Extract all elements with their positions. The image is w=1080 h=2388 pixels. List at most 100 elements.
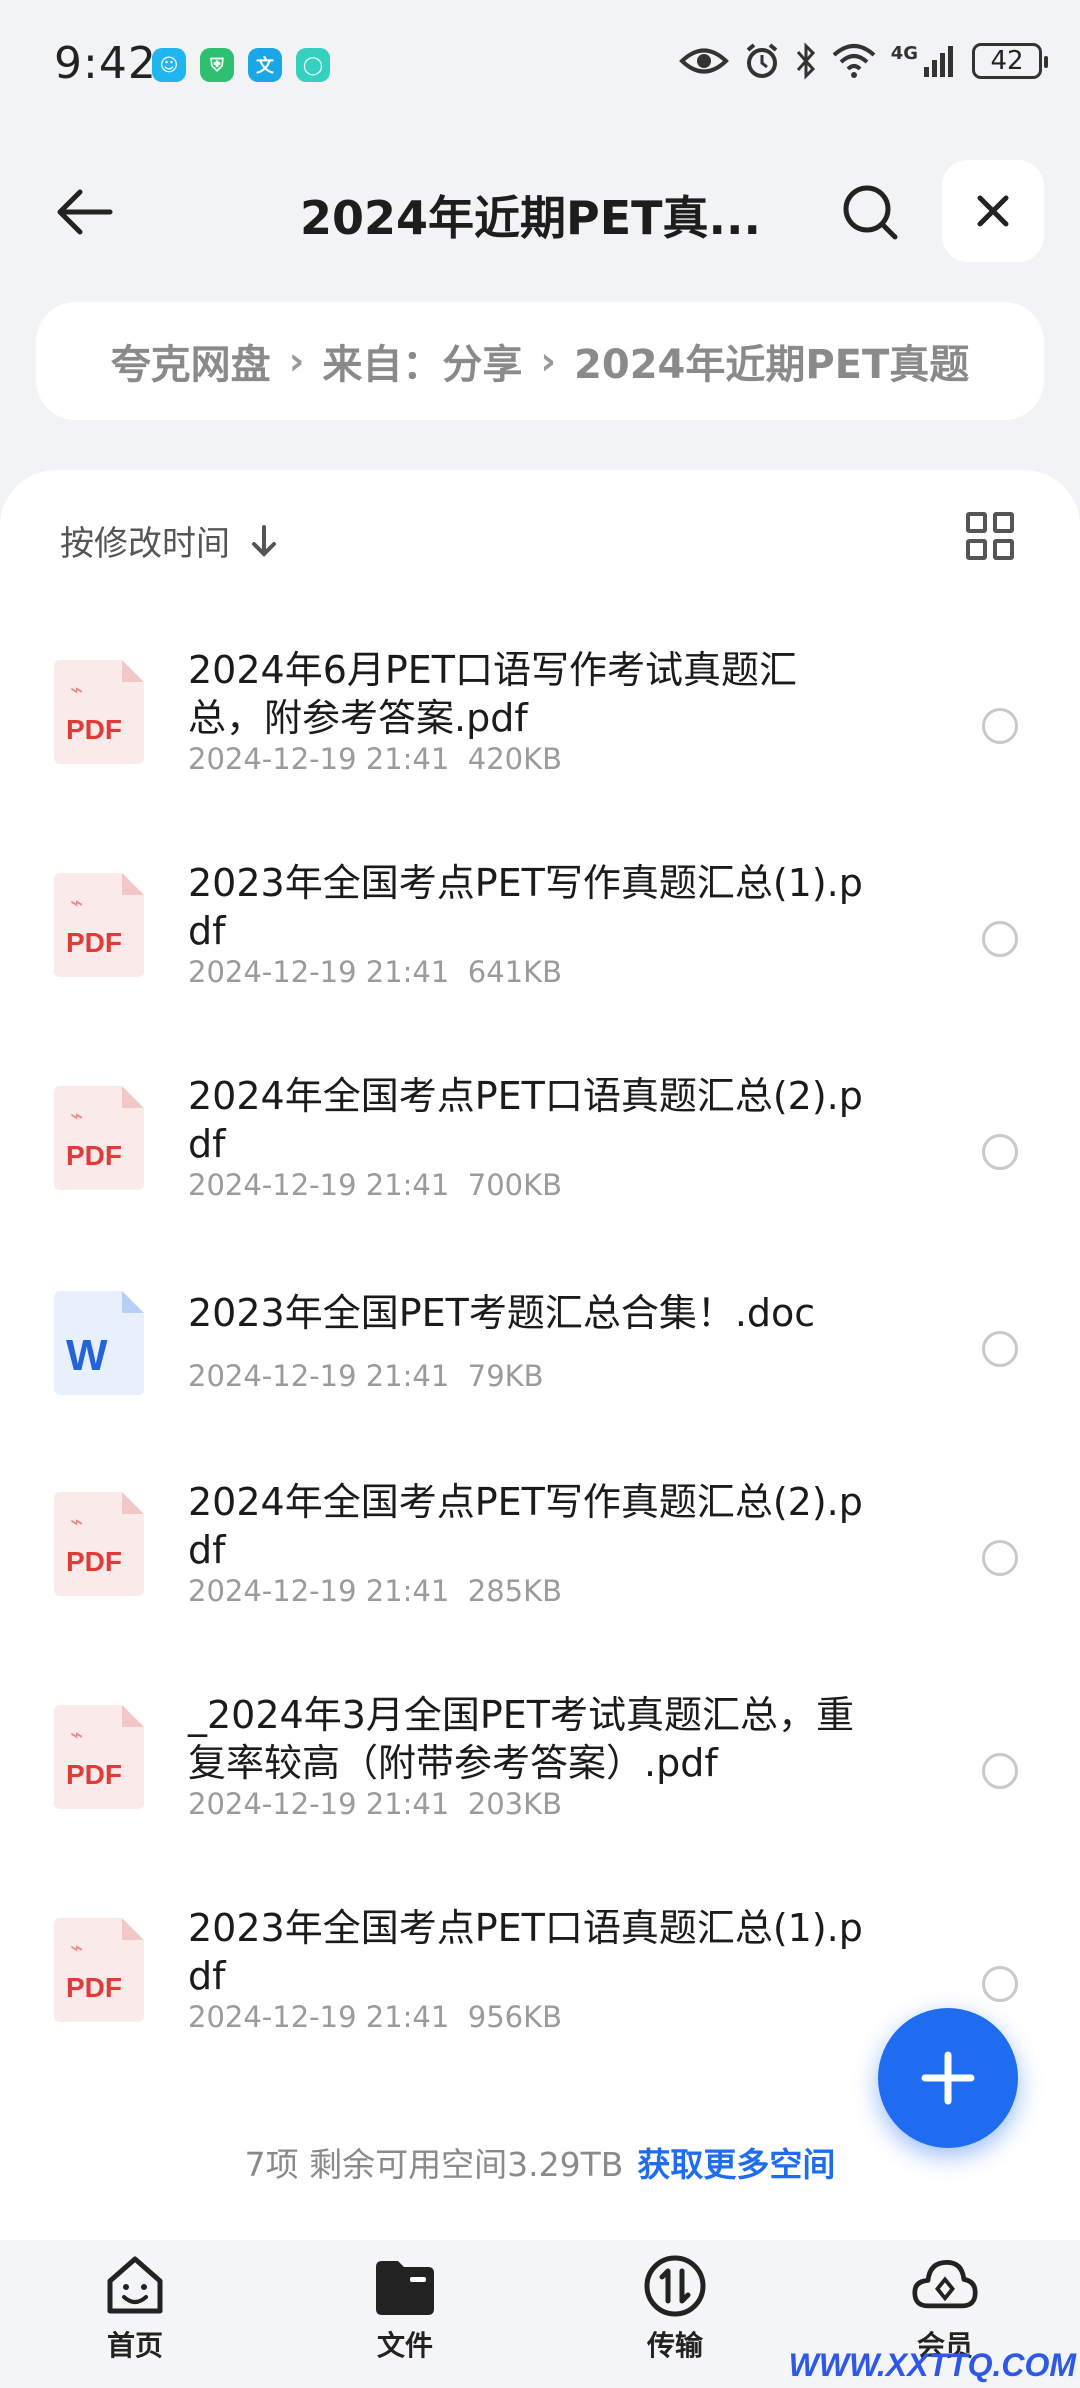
list-item[interactable]: ⌁ PDF 2024年全国考点PET写作真题汇总(2).pdf 2024-12-1… bbox=[0, 1442, 1080, 1655]
file-panel: 按修改时间 ⌁ PDF 2024年6月PET口语写作考试真题汇总，附参考答案.pd… bbox=[0, 470, 1080, 2240]
file-name: 2023年全国PET考题汇总合集！.doc bbox=[188, 1291, 816, 1335]
get-more-space-link[interactable]: 获取更多空间 bbox=[637, 2145, 835, 2184]
file-name: 2023年全国考点PET口语真题汇总(1).pdf bbox=[188, 1906, 863, 1998]
close-button[interactable] bbox=[942, 160, 1044, 262]
nav-transfer-label: 传输 bbox=[646, 2329, 703, 2362]
folder-icon bbox=[371, 2252, 439, 2320]
file-meta: 2024-12-19 21:41 285KB bbox=[188, 1574, 562, 1608]
network-type: 4G bbox=[890, 42, 918, 64]
file-name: 2023年全国考点PET写作真题汇总(1).pdf bbox=[188, 861, 863, 953]
sort-button[interactable]: 按修改时间 bbox=[60, 516, 278, 565]
select-radio[interactable] bbox=[982, 1753, 1018, 1789]
file-size: 700KB bbox=[467, 1168, 563, 1202]
breadcrumb: 夸克网盘 › 来自：分享 › 2024年近期PET真题 bbox=[36, 302, 1044, 420]
file-meta: 2024-12-19 21:41 79KB bbox=[188, 1359, 544, 1393]
file-date: 2024-12-19 21:41 bbox=[188, 1359, 450, 1393]
transfer-icon bbox=[641, 2252, 709, 2320]
sort-label: 按修改时间 bbox=[60, 524, 230, 564]
file-date: 2024-12-19 21:41 bbox=[188, 955, 450, 989]
file-size: 203KB bbox=[467, 1787, 563, 1821]
system-icons: 4G 42 bbox=[678, 42, 1048, 80]
pdf-file-icon: ⌁ PDF bbox=[54, 1086, 144, 1190]
signal-icon bbox=[924, 46, 953, 77]
grid-icon bbox=[966, 512, 987, 533]
word-file-icon: W bbox=[54, 1291, 144, 1395]
page-title: 2024年近期PET真... bbox=[300, 191, 761, 245]
file-size: 285KB bbox=[467, 1574, 563, 1608]
file-name: 2024年全国考点PET口语真题汇总(2).pdf bbox=[188, 1074, 863, 1166]
list-item[interactable]: ⌁ PDF _2024年3月全国PET考试真题汇总，重复率较高（附带参考答案）.p… bbox=[0, 1655, 1080, 1868]
home-face-icon bbox=[101, 2252, 169, 2320]
nav-transfer[interactable]: 传输 bbox=[540, 2240, 810, 2388]
select-radio[interactable] bbox=[982, 921, 1018, 957]
file-name: _2024年3月全国PET考试真题汇总，重复率较高（附带参考答案）.pdf bbox=[188, 1693, 855, 1785]
file-size: 956KB bbox=[467, 2000, 563, 2034]
file-date: 2024-12-19 21:41 bbox=[188, 742, 450, 776]
cloud-icon bbox=[911, 2252, 979, 2320]
file-date: 2024-12-19 21:41 bbox=[188, 1574, 450, 1608]
list-item[interactable]: ⌁ PDF 2023年全国考点PET写作真题汇总(1).pdf 2024-12-1… bbox=[0, 823, 1080, 1036]
back-button[interactable] bbox=[44, 172, 124, 252]
breadcrumb-item-current[interactable]: 2024年近期PET真题 bbox=[574, 332, 969, 390]
pdf-file-icon: ⌁ PDF bbox=[54, 660, 144, 764]
list-item[interactable]: W 2023年全国PET考题汇总合集！.doc 2024-12-19 21:41… bbox=[0, 1249, 1080, 1442]
translate-icon: 文 bbox=[248, 48, 282, 82]
select-radio[interactable] bbox=[982, 1331, 1018, 1367]
select-radio[interactable] bbox=[982, 1540, 1018, 1576]
chevron-right-icon: › bbox=[288, 339, 305, 383]
nav-home-label: 首页 bbox=[106, 2329, 163, 2362]
file-name: 2024年6月PET口语写作考试真题汇总，附参考答案.pdf bbox=[188, 648, 798, 740]
file-meta: 2024-12-19 21:41 641KB bbox=[188, 955, 562, 989]
shield-icon: ⛨ bbox=[200, 48, 234, 82]
file-list: ⌁ PDF 2024年6月PET口语写作考试真题汇总，附参考答案.pdf 2024… bbox=[0, 610, 1080, 2081]
status-bar: 9:42 ☺ ⛨ 文 ◯ 4G 42 bbox=[0, 0, 1080, 130]
eye-icon bbox=[678, 48, 729, 74]
alarm-icon bbox=[746, 43, 777, 78]
file-size: 641KB bbox=[467, 955, 563, 989]
list-item[interactable]: ⌁ PDF 2024年全国考点PET口语真题汇总(2).pdf 2024-12-1… bbox=[0, 1036, 1080, 1249]
select-radio[interactable] bbox=[982, 1966, 1018, 2002]
arrow-down-icon bbox=[252, 524, 276, 557]
file-meta: 2024-12-19 21:41 956KB bbox=[188, 2000, 562, 2034]
pdf-file-icon: ⌁ PDF bbox=[54, 1492, 144, 1596]
top-bar: 2024年近期PET真... bbox=[0, 160, 1080, 262]
file-meta: 2024-12-19 21:41 420KB bbox=[188, 742, 562, 776]
file-date: 2024-12-19 21:41 bbox=[188, 2000, 450, 2034]
storage-summary: 7项 剩余可用空间3.29TB bbox=[244, 2145, 624, 2184]
chevron-right-icon: › bbox=[540, 339, 557, 383]
file-meta: 2024-12-19 21:41 700KB bbox=[188, 1168, 562, 1202]
file-date: 2024-12-19 21:41 bbox=[188, 1787, 450, 1821]
battery-icon: 42 bbox=[972, 43, 1048, 79]
search-button[interactable] bbox=[830, 172, 910, 252]
grid-view-button[interactable] bbox=[966, 512, 1014, 560]
file-size: 420KB bbox=[467, 742, 563, 776]
file-meta: 2024-12-19 21:41 203KB bbox=[188, 1787, 562, 1821]
app-notification-icon: ☺ bbox=[152, 48, 186, 82]
pdf-file-icon: ⌁ PDF bbox=[54, 1918, 144, 2022]
select-radio[interactable] bbox=[982, 708, 1018, 744]
nav-files[interactable]: 文件 bbox=[270, 2240, 540, 2388]
file-name: 2024年全国考点PET写作真题汇总(2).pdf bbox=[188, 1480, 863, 1572]
file-size: 79KB bbox=[467, 1359, 544, 1393]
plus-icon bbox=[921, 2051, 975, 2105]
select-radio[interactable] bbox=[982, 1134, 1018, 1170]
arrow-left-icon bbox=[57, 189, 113, 235]
breadcrumb-item-root[interactable]: 夸克网盘 bbox=[111, 332, 271, 390]
nav-files-label: 文件 bbox=[376, 2329, 433, 2362]
pdf-file-icon: ⌁ PDF bbox=[54, 1705, 144, 1809]
list-item[interactable]: ⌁ PDF 2024年6月PET口语写作考试真题汇总，附参考答案.pdf 2024… bbox=[0, 610, 1080, 823]
nav-home[interactable]: 首页 bbox=[0, 2240, 270, 2388]
storage-info: 7项 剩余可用空间3.29TB 获取更多空间 bbox=[0, 2138, 1080, 2186]
battery-level: 42 bbox=[990, 46, 1024, 76]
pdf-file-icon: ⌁ PDF bbox=[54, 873, 144, 977]
breadcrumb-item-share[interactable]: 来自：分享 bbox=[322, 332, 522, 390]
file-date: 2024-12-19 21:41 bbox=[188, 1168, 450, 1202]
search-icon bbox=[843, 185, 898, 240]
notification-icons: ☺ ⛨ 文 ◯ bbox=[152, 48, 330, 82]
add-button[interactable] bbox=[878, 2008, 1018, 2148]
close-icon bbox=[977, 195, 1009, 227]
wifi-icon bbox=[832, 44, 876, 78]
clock: 9:42 bbox=[54, 38, 157, 89]
app-circle-icon: ◯ bbox=[296, 48, 330, 82]
watermark: WWW.XXTTQ.COM bbox=[788, 2347, 1076, 2383]
